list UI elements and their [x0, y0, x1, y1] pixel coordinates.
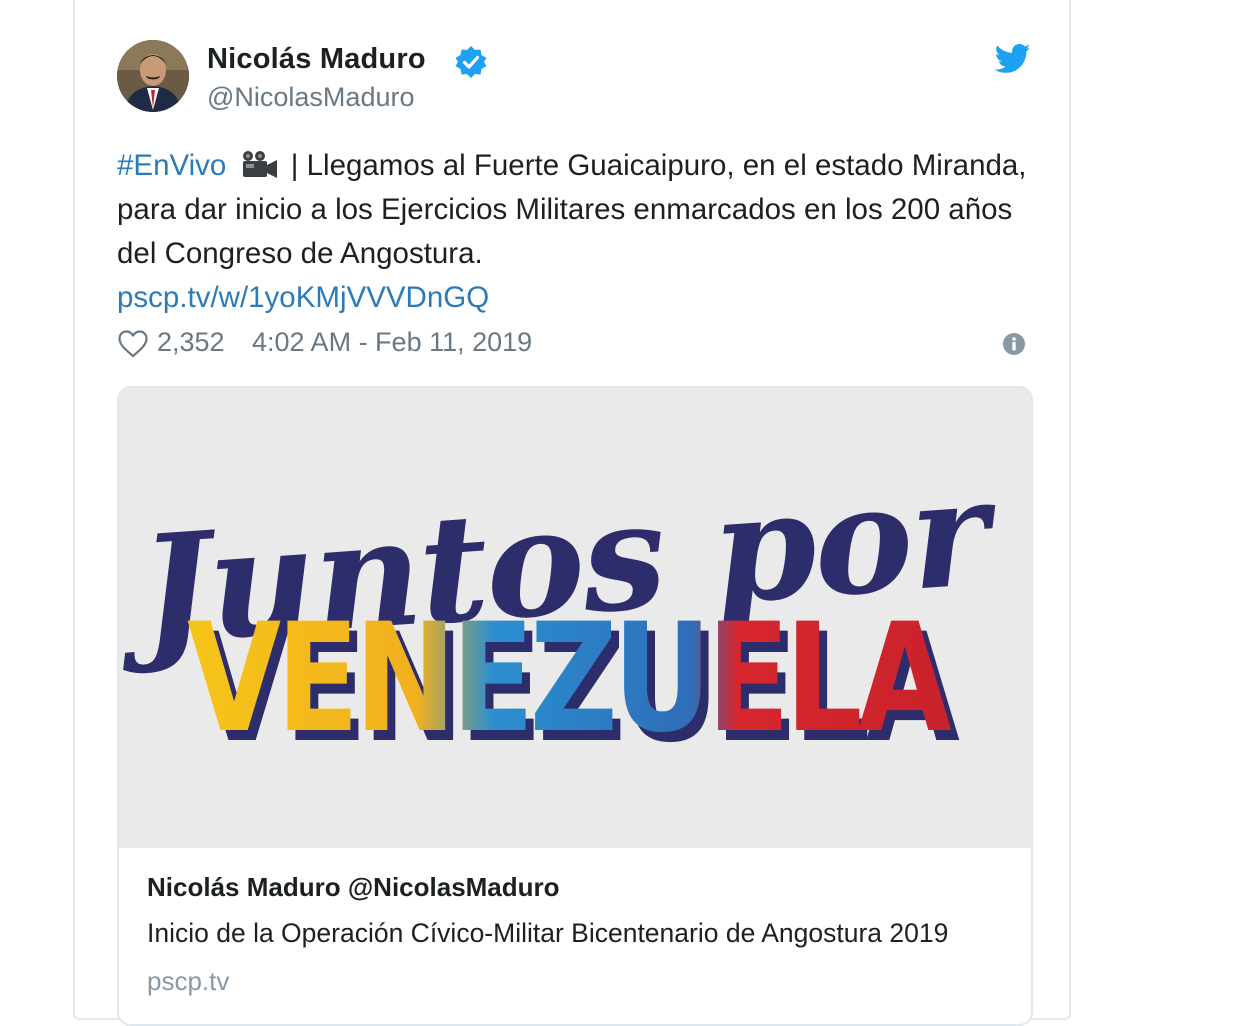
card-domain[interactable]: pscp.tv: [147, 966, 229, 997]
author-name[interactable]: Nicolás Maduro: [207, 43, 426, 76]
verified-badge-icon: [454, 45, 488, 79]
movie-camera-icon: [239, 149, 279, 179]
embedded-tweet: Nicolás Maduro @NicolasMaduro #EnVivo | …: [73, 0, 1071, 1026]
twitter-bird-icon[interactable]: [994, 43, 1031, 75]
card-image-bold-text: VENEZUELA: [187, 592, 952, 766]
tweet-text: #EnVivo | Llegamos al Fuerte Guaicaipuro…: [117, 144, 1047, 320]
avatar[interactable]: [117, 40, 189, 112]
periscope-link[interactable]: pscp.tv/w/1yoKMjVVVDnGQ: [117, 281, 489, 314]
info-icon[interactable]: [1002, 332, 1026, 356]
tweet-meta: 2,352 4:02 AM - Feb 11, 2019: [117, 326, 1037, 362]
like-count[interactable]: 2,352: [157, 327, 225, 358]
card-description[interactable]: Inicio de la Operación Cívico-Militar Bi…: [147, 918, 948, 949]
tweet-timestamp[interactable]: 4:02 AM - Feb 11, 2019: [252, 327, 532, 358]
card-title[interactable]: Nicolás Maduro @NicolasMaduro: [147, 872, 560, 903]
heart-icon[interactable]: [117, 329, 149, 359]
link-preview-card[interactable]: Juntos por VENEZUELA VENEZUELA Nicolás M…: [117, 386, 1033, 1026]
card-image[interactable]: Juntos por VENEZUELA VENEZUELA: [119, 388, 1031, 848]
hashtag-link[interactable]: #EnVivo: [117, 149, 226, 182]
author-handle[interactable]: @NicolasMaduro: [207, 82, 414, 113]
